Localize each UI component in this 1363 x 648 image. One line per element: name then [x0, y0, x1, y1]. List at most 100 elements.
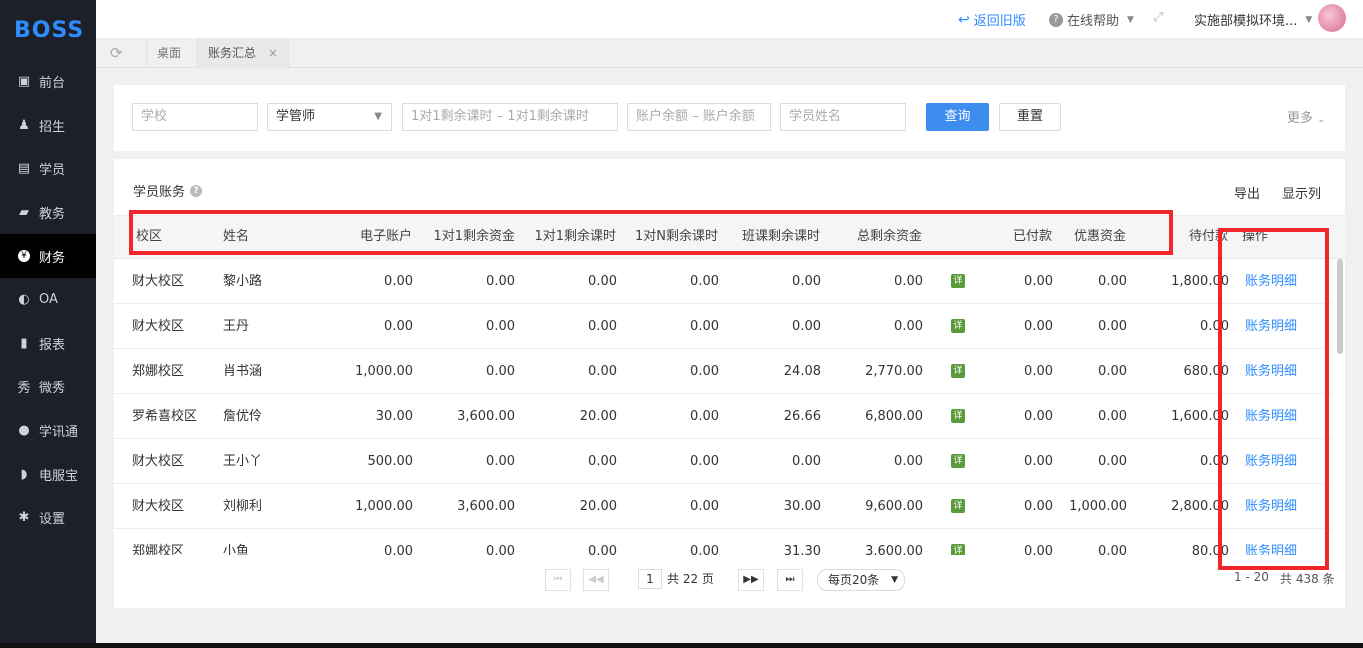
prev-page-button[interactable]: ◀◀ [583, 569, 609, 591]
sidebar-item-5[interactable]: ◐ OA [0, 278, 96, 322]
cell-name: 王小丫 [223, 454, 263, 469]
page-size-value: 每页20条 [828, 573, 880, 587]
sidebar-item-10[interactable]: ✱ 设置 [0, 496, 96, 540]
user-add-icon: ♟ [18, 117, 30, 133]
cell-total: 6,800.00 [865, 409, 923, 424]
tab-bar: ⟳ 桌面 账务汇总 × [96, 38, 1363, 68]
total-pages-label: 共 22 页 [667, 572, 714, 586]
fullscreen-icon[interactable]: ⤢ [1153, 10, 1163, 25]
calendar-icon: ▣ [17, 74, 31, 90]
toggle-icon: ◐ [18, 292, 30, 308]
cell-n-hours: 0.00 [690, 319, 719, 334]
sidebar-item-0[interactable]: ▣ 前台 [0, 60, 96, 104]
cell-name: 王丹 [223, 319, 250, 334]
cell-one-fund: 3,600.00 [457, 499, 515, 514]
caret-down-icon: ▼ [374, 111, 382, 122]
sidebar-item-label: 报表 [39, 337, 66, 353]
manager-select[interactable]: 学管师 ▼ [267, 103, 392, 131]
return-icon: ↩ [958, 11, 970, 28]
cell-total: 0.00 [894, 274, 923, 289]
filter-panel: 学校 学管师 ▼ 1对1剩余课时 – 1对1剩余课时 账户余额 – 账户余额 学… [114, 85, 1345, 151]
detail-badge-icon[interactable]: 详 [951, 319, 965, 333]
sidebar-item-label: 招生 [39, 119, 66, 135]
sidebar-item-6[interactable]: ▮ 报表 [0, 322, 96, 366]
cell-discount: 0.00 [1098, 544, 1127, 555]
cell-name: 肖书涵 [223, 364, 263, 379]
refresh-icon[interactable]: ⟳ [110, 44, 123, 62]
balance-range-input[interactable]: 账户余额 – 账户余额 [627, 103, 771, 131]
online-help-menu[interactable]: ? 在线帮助 ▼ [1049, 10, 1134, 29]
last-page-button[interactable]: ⏭ [777, 569, 803, 591]
tab-desktop[interactable]: 桌面 [146, 38, 191, 68]
student-name-input[interactable]: 学员姓名 [780, 103, 906, 131]
cell-pending: 2,800.00 [1171, 499, 1229, 514]
cell-class-hours: 0.00 [792, 454, 821, 469]
cell-e-account: 0.00 [384, 319, 413, 334]
detail-badge-icon[interactable]: 详 [951, 544, 965, 555]
cell-campus: 财大校区 [132, 499, 185, 514]
sidebar-item-label: 学讯通 [39, 425, 79, 441]
cell-discount: 0.00 [1098, 364, 1127, 379]
cell-campus: 财大校区 [132, 454, 185, 469]
sidebar-item-3[interactable]: ▰ 教务 [0, 191, 96, 235]
cell-n-hours: 0.00 [690, 364, 719, 379]
table-row: 财大校区 黎小路 0.00 0.00 0.00 0.00 0.00 0.00 0.00 0.00 1… [114, 259, 1332, 304]
back-label: 返回旧版 [973, 14, 1026, 29]
sidebar-item-2[interactable]: ▤ 学员 [0, 147, 96, 191]
close-icon[interactable]: × [268, 46, 278, 60]
cell-campus: 财大校区 [132, 274, 185, 289]
sidebar-item-label: 财务 [39, 250, 66, 266]
cell-one-hours: 0.00 [588, 319, 617, 334]
tab-account-summary[interactable]: 账务汇总 × [197, 38, 289, 68]
one-to-one-hours-range-input[interactable]: 1对1剩余课时 – 1对1剩余课时 [402, 103, 618, 131]
more-filters-toggle[interactable]: 更多 ⌄ [1287, 107, 1326, 126]
detail-badge-icon[interactable]: 详 [951, 364, 965, 378]
cell-one-hours: 20.00 [579, 499, 617, 514]
cell-name: 小鱼 [223, 544, 250, 555]
back-to-old-version-link[interactable]: ↩ 返回旧版 [958, 10, 1026, 30]
sidebar-item-label: 学员 [39, 163, 66, 179]
sidebar-item-label: 设置 [39, 512, 66, 528]
school-input[interactable]: 学校 [132, 103, 258, 131]
sidebar-item-7[interactable]: 秀微秀 [0, 365, 96, 409]
reset-button[interactable]: 重置 [999, 103, 1061, 131]
cell-name: 黎小路 [223, 274, 263, 289]
detail-badge-icon[interactable]: 详 [951, 499, 965, 513]
table-scrollbar[interactable] [1337, 259, 1343, 354]
cell-class-hours: 31.30 [783, 544, 821, 555]
tab-account-summary-label: 账务汇总 [208, 46, 257, 60]
environment-menu[interactable]: 实施部模拟环境... ▼ [1194, 10, 1312, 29]
table-row: 罗希喜校区 詹优伶 30.00 3,600.00 20.00 0.00 26.66 6,800… [114, 394, 1332, 439]
cell-one-fund: 0.00 [486, 364, 515, 379]
cell-n-hours: 0.00 [690, 499, 719, 514]
bottom-bar [0, 643, 1363, 648]
sidebar-item-8[interactable]: ● 学讯通 [0, 409, 96, 453]
detail-badge-icon[interactable]: 详 [951, 409, 965, 423]
avatar[interactable] [1318, 4, 1346, 32]
cell-pending: 0.00 [1200, 454, 1229, 469]
sidebar-item-label: 前台 [39, 76, 66, 92]
cell-one-hours: 0.00 [588, 274, 617, 289]
detail-badge-icon[interactable]: 详 [951, 274, 965, 288]
tab-desktop-label: 桌面 [157, 46, 182, 60]
sidebar-item-4[interactable]: ¥ 财务 [0, 234, 96, 278]
cell-paid: 0.00 [1024, 409, 1053, 424]
cell-pending: 0.00 [1200, 319, 1229, 334]
top-bar: ↩ 返回旧版 ? 在线帮助 ▼ ⤢ 实施部模拟环境... ▼ [96, 0, 1363, 38]
table-row: 郑娜校区 小鱼 0.00 0.00 0.00 0.00 31.30 3,600.00 0.00 0… [114, 529, 1332, 555]
cell-e-account: 30.00 [375, 409, 413, 424]
first-page-button[interactable]: ⏮ [545, 569, 571, 591]
sidebar: BOSS ▣ 前台 ♟ 招生 ▤ 学员 ▰ 教务 ¥ 财务 ◐ OA ▮ 报表秀微秀 ● 学讯通 ◗ 电服宝 ✱ 设置 [0, 0, 96, 648]
sidebar-item-9[interactable]: ◗ 电服宝 [0, 452, 96, 496]
cell-one-hours: 20.00 [579, 409, 617, 424]
show-icon: 秀 [17, 381, 31, 397]
next-page-button[interactable]: ▶▶ [738, 569, 764, 591]
sidebar-item-1[interactable]: ♟ 招生 [0, 104, 96, 148]
cell-campus: 财大校区 [132, 319, 185, 334]
cell-class-hours: 0.00 [792, 274, 821, 289]
query-button[interactable]: 查询 [926, 103, 989, 131]
detail-badge-icon[interactable]: 详 [951, 454, 965, 468]
brand-logo[interactable]: BOSS [0, 0, 96, 60]
page-number-input[interactable]: 1 [638, 569, 662, 589]
page-size-select[interactable]: 每页20条 ▼ [817, 569, 905, 591]
